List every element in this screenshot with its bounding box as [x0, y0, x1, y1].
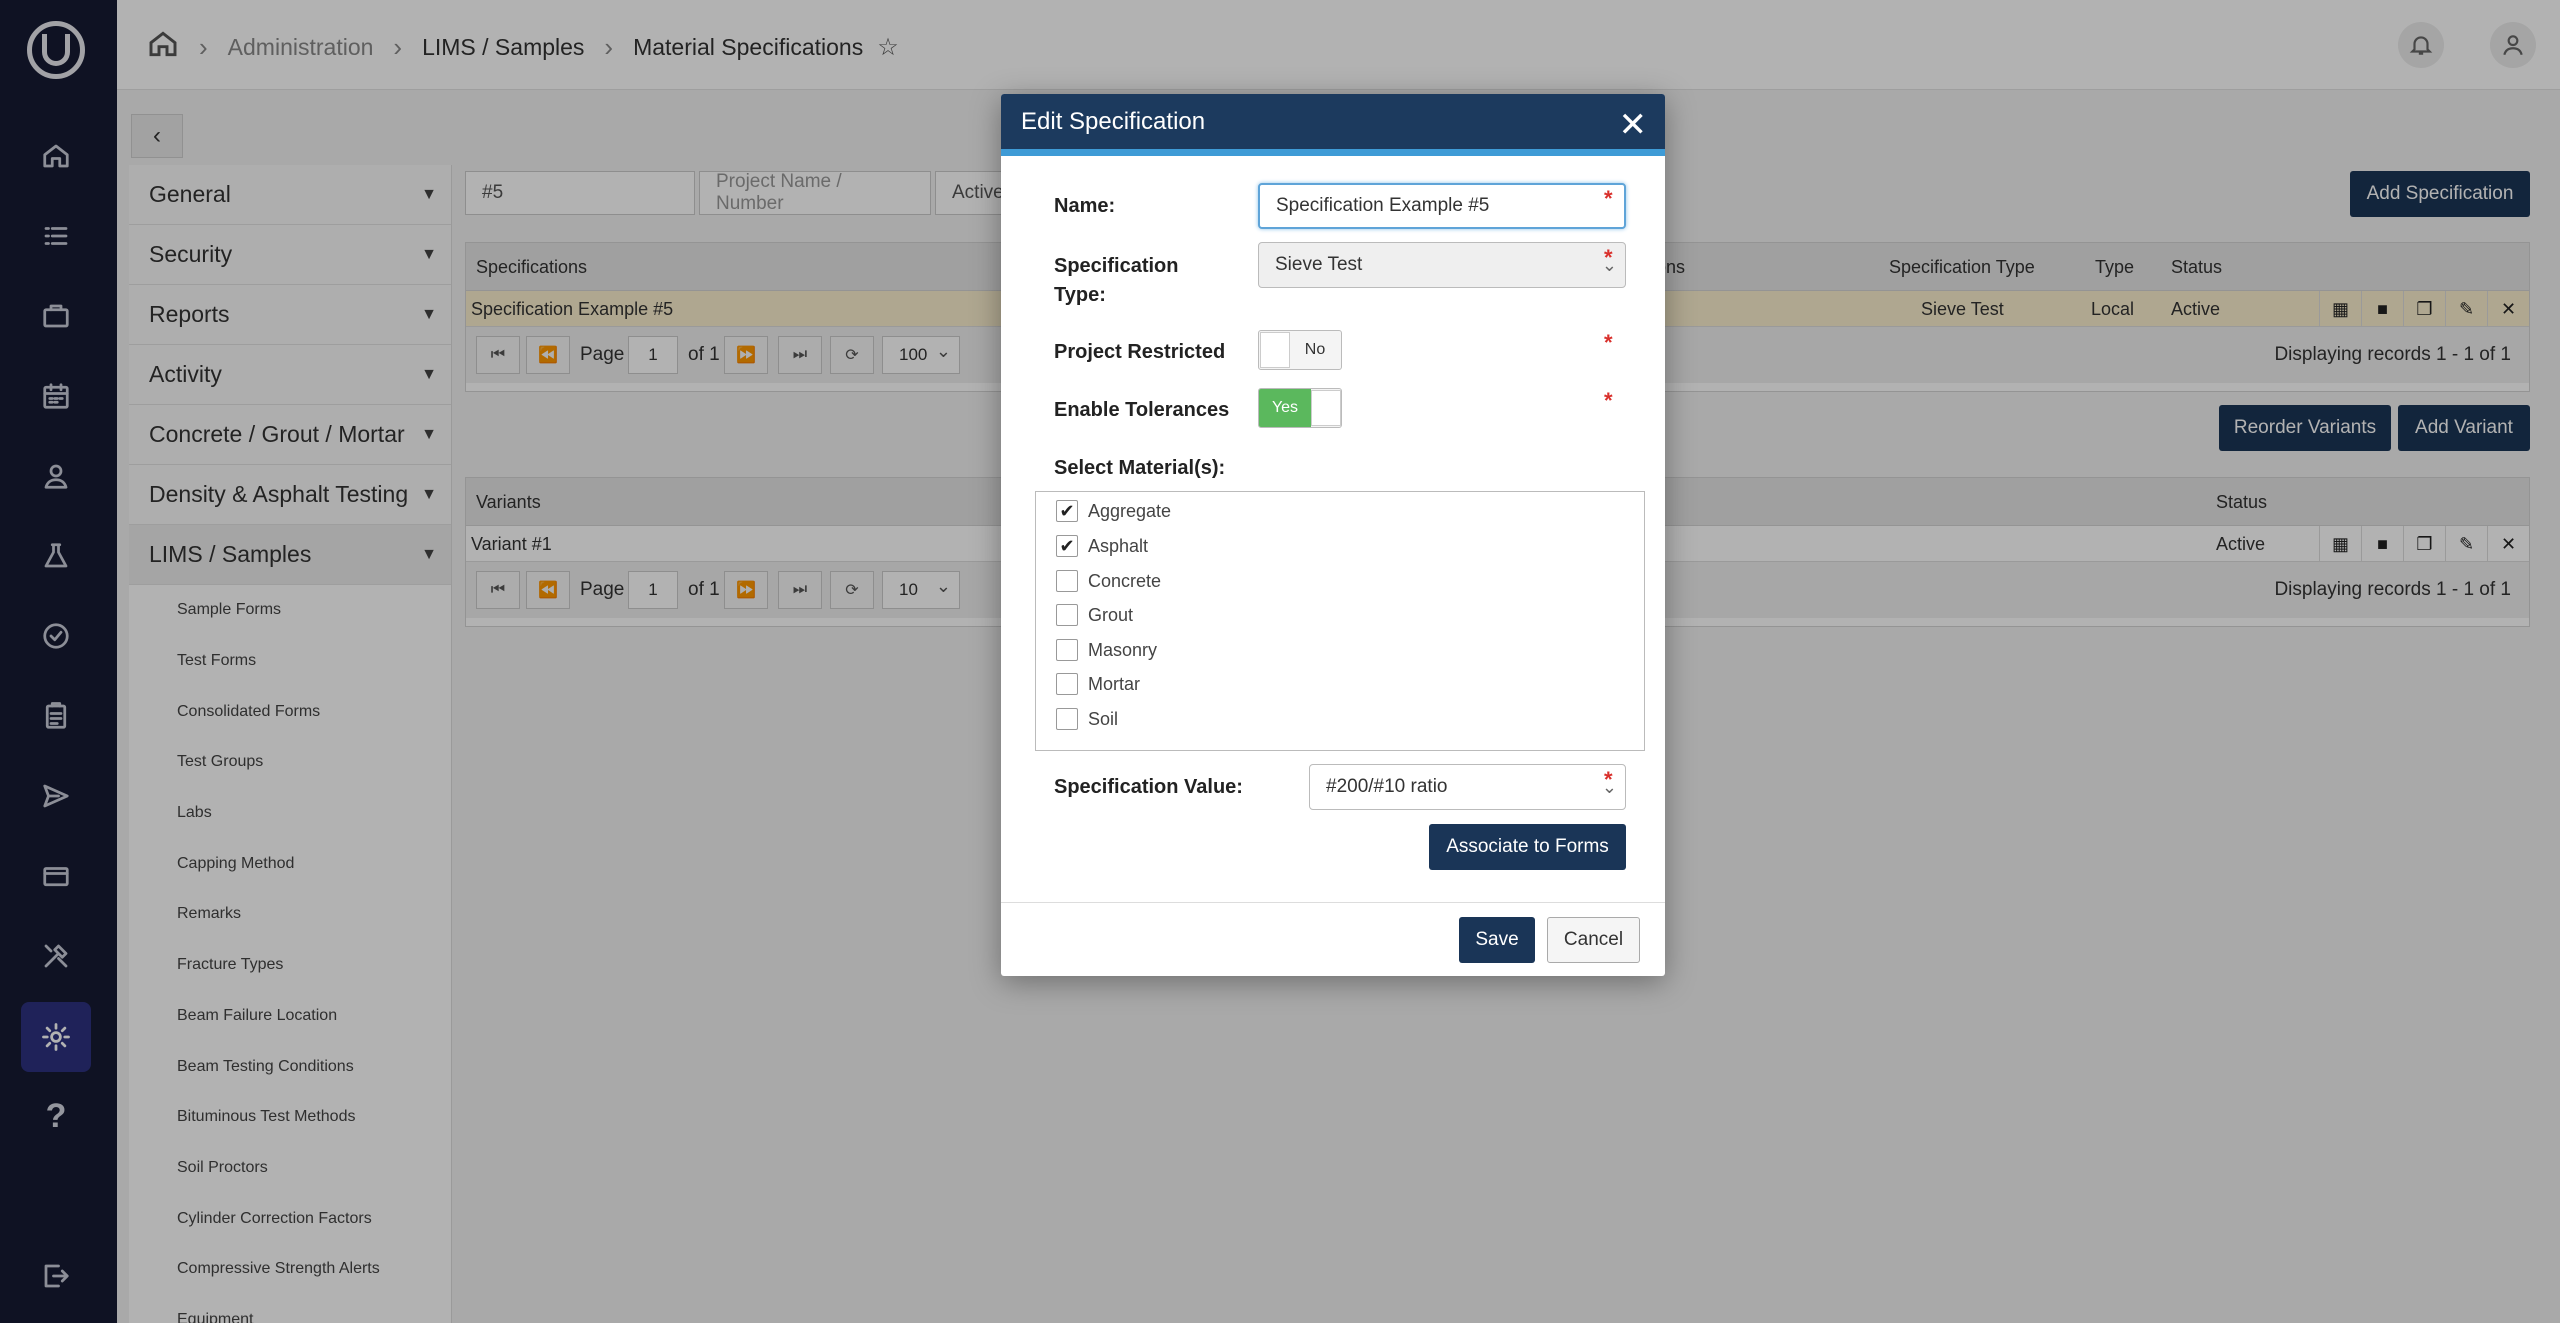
spec-value: #200/#10 ratio [1326, 776, 1448, 797]
name-label: Name: [1054, 195, 1116, 217]
project-restricted-label: Project Restricted [1054, 341, 1226, 363]
save-button[interactable]: Save [1459, 917, 1535, 963]
material-mortar[interactable]: Mortar [1056, 673, 1140, 695]
associate-to-forms-button[interactable]: Associate to Forms [1429, 824, 1626, 870]
required-marker: * [1604, 186, 1613, 211]
toggle-label: No [1304, 341, 1326, 358]
material-label: Aggregate [1088, 500, 1172, 521]
name-field[interactable]: Specification Example #5 [1258, 183, 1626, 229]
dialog-footer-divider [1001, 902, 1665, 903]
material-soil[interactable]: Soil [1056, 708, 1118, 730]
materials-label: Select Material(s): [1054, 457, 1226, 479]
material-label: Soil [1088, 708, 1119, 729]
spec-value-select[interactable]: #200/#10 ratio ⌄ [1309, 764, 1626, 810]
required-marker: * [1604, 245, 1613, 270]
checkbox[interactable]: ✔ [1056, 535, 1078, 557]
project-restricted-toggle[interactable]: No [1258, 330, 1342, 370]
material-asphalt[interactable]: ✔ Asphalt [1056, 535, 1148, 557]
material-label: Mortar [1088, 673, 1141, 694]
material-masonry[interactable]: Masonry [1056, 639, 1157, 661]
material-label: Asphalt [1088, 535, 1149, 556]
material-label: Masonry [1088, 639, 1158, 660]
dialog-header: Edit Specification ✕ [1001, 94, 1665, 156]
material-label: Grout [1088, 604, 1134, 625]
materials-list: ✔ Aggregate ✔ Asphalt Concrete Grout Mason… [1035, 491, 1645, 751]
material-concrete[interactable]: Concrete [1056, 570, 1161, 592]
material-label: Concrete [1088, 570, 1162, 591]
spec-type-select[interactable]: Sieve Test ⌄ [1258, 242, 1626, 288]
toggle-knob [1260, 332, 1290, 368]
required-marker: * [1604, 330, 1613, 355]
spec-type-value: Sieve Test [1275, 254, 1363, 275]
cancel-button[interactable]: Cancel [1547, 917, 1640, 963]
spec-value-label: Specification Value: [1054, 776, 1243, 798]
toggle-label: Yes [1259, 389, 1311, 427]
checkbox[interactable] [1056, 570, 1078, 592]
spec-type-label: Specification Type: [1054, 255, 1179, 306]
enable-tolerances-label: Enable Tolerances [1054, 399, 1230, 421]
required-marker: * [1604, 388, 1613, 413]
close-icon[interactable]: ✕ [1619, 108, 1648, 142]
toggle-knob [1311, 390, 1341, 426]
material-grout[interactable]: Grout [1056, 604, 1133, 626]
material-aggregate[interactable]: ✔ Aggregate [1056, 500, 1171, 522]
checkbox[interactable]: ✔ [1056, 500, 1078, 522]
required-marker: * [1604, 767, 1613, 792]
checkbox[interactable] [1056, 639, 1078, 661]
checkbox[interactable] [1056, 604, 1078, 626]
enable-tolerances-toggle[interactable]: Yes [1258, 388, 1342, 428]
edit-specification-dialog: Edit Specification ✕ Name: Specification… [1001, 94, 1665, 976]
checkbox[interactable] [1056, 708, 1078, 730]
dialog-title: Edit Specification [1021, 107, 1206, 135]
checkbox[interactable] [1056, 673, 1078, 695]
